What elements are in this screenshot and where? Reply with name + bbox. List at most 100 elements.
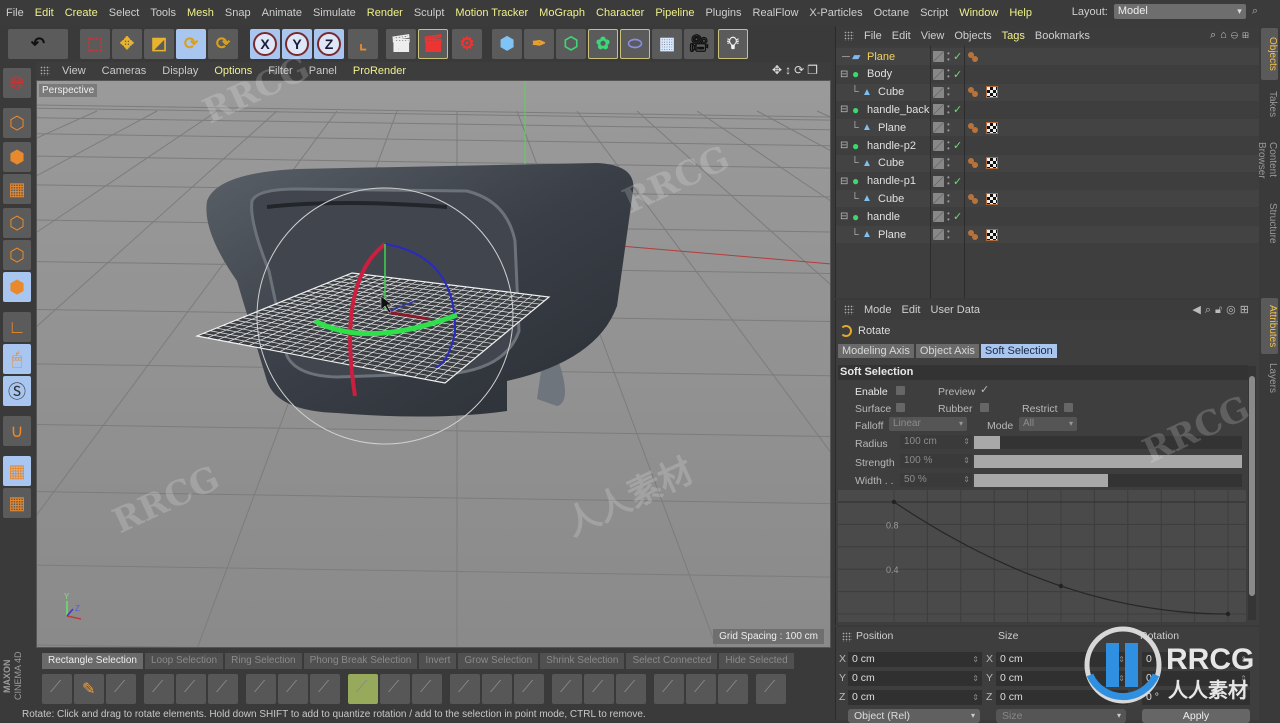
visibility-toggle[interactable]	[933, 211, 944, 223]
3d-viewport[interactable]: Y Z Perspective Grid Spacing : 100 cm	[36, 80, 831, 648]
texture-tag-icon[interactable]	[986, 192, 998, 205]
object-name[interactable]: Cube	[878, 157, 904, 169]
visibility-toggle[interactable]	[933, 122, 944, 134]
target-icon[interactable]: ◎	[1226, 304, 1240, 316]
visibility-toggle[interactable]	[933, 86, 944, 98]
texture-tag-icon[interactable]	[986, 228, 998, 241]
object-menu-objects[interactable]: Objects	[954, 30, 991, 42]
mesh-tool-weld-button[interactable]: ⟋	[552, 674, 582, 704]
object-row[interactable]: └ ▲ Plane • •	[836, 226, 1260, 243]
selection-tab-rectangle-selection[interactable]: Rectangle Selection	[42, 653, 143, 669]
strength-slider[interactable]	[974, 455, 1242, 468]
object-row[interactable]: ⊟ ● handle-p1 • • ✓	[836, 172, 1260, 190]
falloff-dropdown[interactable]: Linear	[889, 417, 967, 431]
mode-model-mode-button[interactable]: ⬡	[3, 108, 31, 138]
selection-tab-hide-selected[interactable]: Hide Selected	[719, 653, 794, 669]
visibility-toggle[interactable]	[933, 157, 944, 169]
visibility-toggle[interactable]	[933, 140, 944, 151]
mesh-tool-bridge-button[interactable]: ⟋	[42, 674, 72, 704]
mode-polygons-mode-button[interactable]: ⬢	[3, 272, 31, 302]
editor-render-dots[interactable]: • •	[947, 67, 951, 81]
side-tab-attributes[interactable]: Attributes	[1261, 298, 1278, 354]
menu-tools[interactable]: Tools	[150, 7, 176, 19]
object-row[interactable]: ⊟ ● handle-p2 • • ✓	[836, 137, 1260, 154]
home-icon[interactable]: ⌂	[1220, 29, 1231, 41]
selection-tab-phong-break-selection[interactable]: Phong Break Selection	[303, 653, 418, 669]
side-tab-layers[interactable]: Layers	[1261, 358, 1278, 398]
texture-tag-icon[interactable]	[986, 86, 998, 99]
menu-plugins[interactable]: Plugins	[705, 7, 741, 19]
phong-tag-icon[interactable]	[967, 51, 979, 63]
mode-tweak-mode-button[interactable]: 🖱︎	[3, 344, 31, 374]
mesh-tool-untriangulate-button[interactable]: ⟋	[450, 674, 480, 704]
viewport-menu-options[interactable]: Options	[214, 65, 252, 77]
radius-field[interactable]: 100 cm	[900, 435, 972, 449]
layout-dropdown[interactable]: Model	[1113, 4, 1246, 19]
enabled-check-icon[interactable]: ✓	[953, 210, 962, 223]
mesh-tool-connect-button[interactable]: ⟋	[718, 674, 748, 704]
viewport-menu-view[interactable]: View	[62, 65, 86, 77]
mesh-tool-line-cut-button[interactable]: ⟋	[310, 674, 340, 704]
mesh-tool-extrude-inner-button[interactable]: ⟋	[208, 674, 238, 704]
object-name[interactable]: Plane	[867, 51, 895, 63]
menu-script[interactable]: Script	[920, 7, 948, 19]
viewport-menu-prorender[interactable]: ProRender	[353, 65, 406, 77]
menu-user-data[interactable]: User Data	[931, 304, 981, 316]
object-row[interactable]: ⊟ ● handle • • ✓	[836, 208, 1260, 226]
menu-x-particles[interactable]: X-Particles	[809, 7, 862, 19]
attribute-scrollbar[interactable]	[1248, 366, 1256, 620]
menu-mograph[interactable]: MoGraph	[539, 7, 585, 19]
column-divider[interactable]	[930, 46, 931, 298]
menu-motion-tracker[interactable]: Motion Tracker	[455, 7, 528, 19]
mesh-tool-triangulate-button[interactable]: ⟋	[412, 674, 442, 704]
curve-control-point[interactable]	[1225, 611, 1231, 617]
position-y-field[interactable]: 0 cm	[848, 671, 982, 686]
menu-simulate[interactable]: Simulate	[313, 7, 356, 19]
menu-edit[interactable]: Edit	[902, 304, 921, 316]
curve-control-point[interactable]	[1058, 583, 1064, 589]
attribute-tab-object-axis[interactable]: Object Axis	[915, 344, 979, 358]
mode-texture-mode-button[interactable]: ⬢	[3, 142, 31, 172]
new-panel-icon[interactable]: ⊞	[1242, 29, 1253, 41]
toolbar-render-to-picture-viewer-button[interactable]: 🎬︎	[418, 29, 448, 59]
new-panel-icon[interactable]: ⊞	[1240, 304, 1253, 316]
mesh-tool-dissolve-button[interactable]: ⟋	[514, 674, 544, 704]
menu-mesh[interactable]: Mesh	[187, 7, 214, 19]
toolbar-render-view-button[interactable]: 🎬︎	[386, 29, 416, 59]
editor-render-dots[interactable]: • •	[947, 85, 951, 99]
object-row[interactable]: └ ▲ Plane • •	[836, 119, 1260, 137]
object-row[interactable]: ⊟ ● handle_back • • ✓	[836, 101, 1260, 119]
toolbar-coordinate-system-button[interactable]: ⌞	[348, 29, 378, 59]
object-name[interactable]: handle_back	[867, 104, 929, 116]
panel-grip-icon[interactable]	[40, 66, 50, 76]
mode-make-editable-button[interactable]: 🌐︎	[3, 68, 31, 98]
toolbar-spline-pen-button[interactable]: ✒	[524, 29, 554, 59]
object-menu-bookmarks[interactable]: Bookmarks	[1035, 30, 1090, 42]
selection-tab-shrink-selection[interactable]: Shrink Selection	[540, 653, 625, 669]
object-name[interactable]: handle-p2	[867, 140, 916, 152]
viewport-menu-cameras[interactable]: Cameras	[102, 65, 147, 77]
menu-edit[interactable]: Edit	[35, 7, 54, 19]
viewport-menu-display[interactable]: Display	[162, 65, 198, 77]
editor-render-dots[interactable]: • •	[947, 156, 951, 170]
position-z-field[interactable]: 0 cm	[848, 690, 982, 705]
search-icon[interactable]: ⌕	[1210, 29, 1220, 41]
mesh-tool-bevel-button[interactable]: ⟋	[246, 674, 276, 704]
mesh-tool-polygon-pen-button[interactable]: ✎	[74, 674, 104, 704]
toolbar-z-axis-lock-button[interactable]: Z	[314, 29, 344, 59]
position-x-field[interactable]: 0 cm	[848, 652, 982, 667]
mode-snap-button[interactable]: ∪	[3, 416, 31, 446]
visibility-toggle[interactable]	[933, 229, 944, 240]
menu-character[interactable]: Character	[596, 7, 644, 19]
mesh-tool-melt-button[interactable]: ⟋	[482, 674, 512, 704]
radius-slider[interactable]	[974, 436, 1242, 449]
mesh-tool-extrude-button[interactable]: ⟋	[106, 674, 136, 704]
phong-tag-icon[interactable]	[967, 86, 979, 98]
object-name[interactable]: handle-p1	[867, 175, 916, 187]
side-tab-takes[interactable]: Takes	[1261, 86, 1278, 122]
mesh-tool-matrix-extrude-button[interactable]: ⟋	[278, 674, 308, 704]
toolbar-cube-primitive-button[interactable]: ⬢	[492, 29, 522, 59]
viewport-menu-panel[interactable]: Panel	[309, 65, 337, 77]
object-name[interactable]: Plane	[878, 122, 906, 134]
pan-view-icon[interactable]: ✥	[772, 63, 785, 77]
